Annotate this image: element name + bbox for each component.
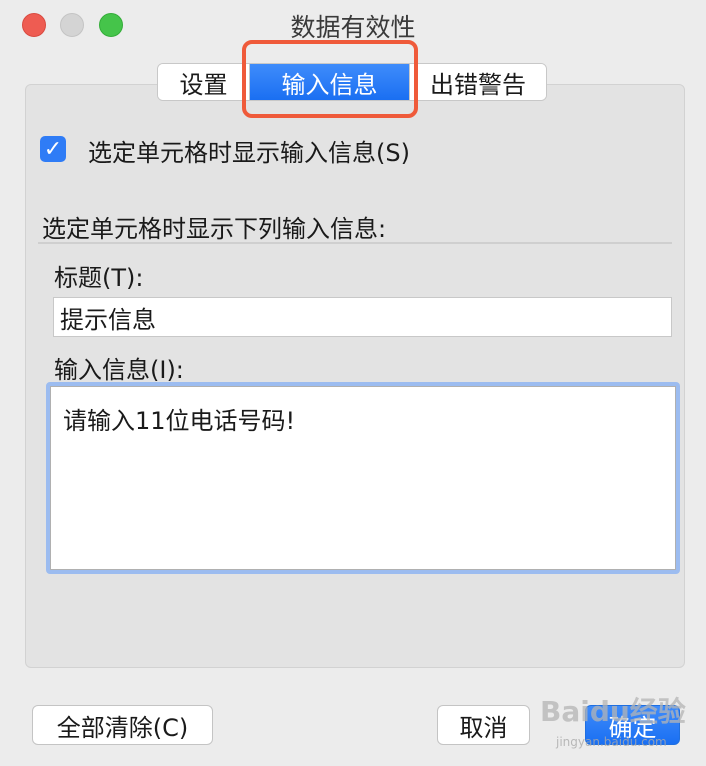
title-field-label: 标题(T): — [54, 264, 144, 292]
cancel-button[interactable]: 取消 — [437, 705, 530, 745]
window-title: 数据有效性 — [290, 13, 416, 42]
section-label: 选定单元格时显示下列输入信息: — [42, 215, 387, 243]
data-validation-dialog: 数据有效性 设置 输入信息 出错警告 ✓ 选定单元格时显示输入信息(S) 选定单… — [0, 0, 706, 766]
title-input[interactable] — [53, 297, 672, 337]
tab-error-alert[interactable]: 出错警告 — [410, 64, 546, 100]
annotation-highlight-box — [242, 40, 418, 118]
message-focus-ring: 请输入11位电话号码! — [46, 382, 680, 574]
show-input-message-label: 选定单元格时显示输入信息(S) — [88, 139, 410, 167]
show-input-message-checkbox[interactable]: ✓ — [40, 136, 66, 162]
watermark-logo: Baidu经验 — [540, 695, 686, 728]
watermark-url: jingyan.baidu.com — [556, 735, 667, 749]
section-divider — [38, 242, 672, 244]
checkmark-icon: ✓ — [43, 136, 63, 162]
clear-all-button[interactable]: 全部清除(C) — [32, 705, 213, 745]
message-field-label: 输入信息(I): — [54, 356, 184, 384]
message-textarea[interactable]: 请输入11位电话号码! — [50, 386, 676, 570]
tab-settings[interactable]: 设置 — [158, 64, 250, 100]
